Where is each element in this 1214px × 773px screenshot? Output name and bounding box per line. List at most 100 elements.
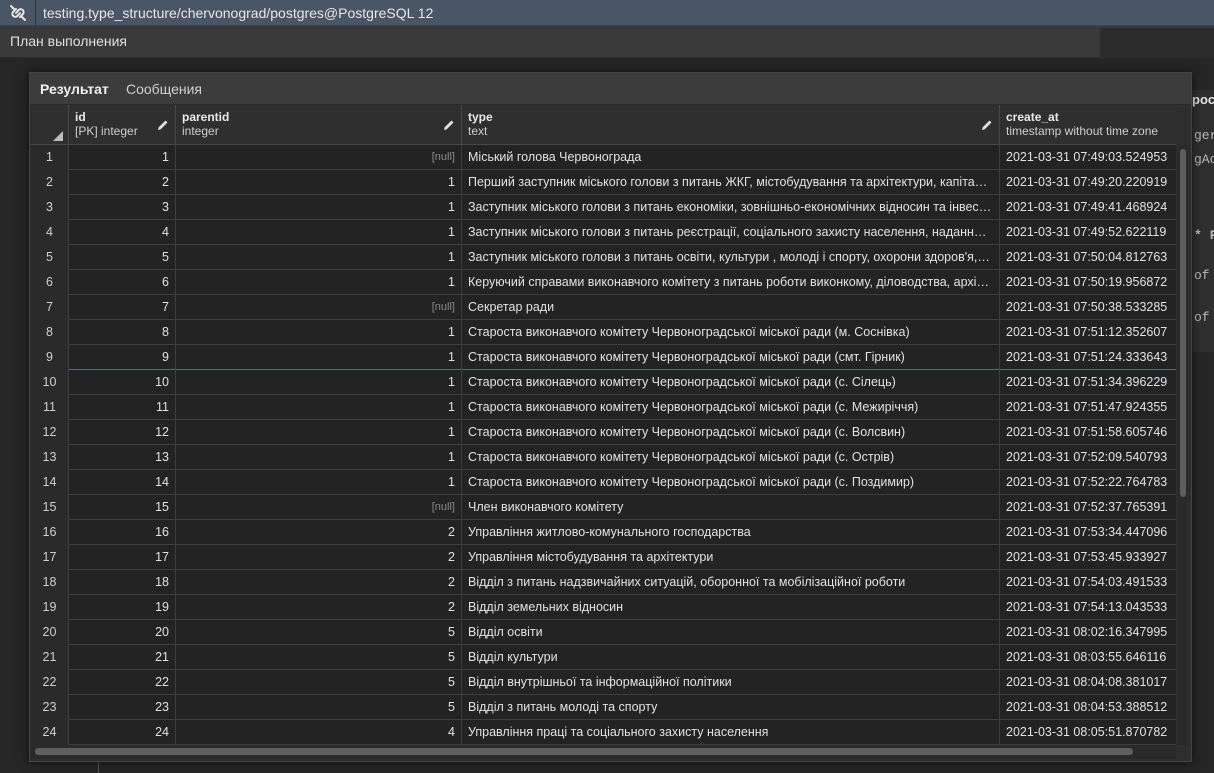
- cell-create-at[interactable]: 2021-03-31 07:49:20.220919: [1000, 170, 1176, 195]
- cell-parentid[interactable]: 1: [176, 370, 462, 395]
- cell-id[interactable]: 5: [69, 245, 176, 270]
- cell-id[interactable]: 9: [69, 345, 176, 370]
- table-row[interactable]: 6 6 1 Керуючий справами виконавчого комітет…: [31, 270, 1176, 295]
- horizontal-scrollbar[interactable]: [31, 745, 1176, 759]
- row-number[interactable]: 8: [31, 320, 69, 345]
- cell-parentid[interactable]: 1: [176, 170, 462, 195]
- cell-type[interactable]: Староста виконавчого комітету Червоногра…: [462, 445, 1000, 470]
- row-number[interactable]: 15: [31, 495, 69, 520]
- cell-type[interactable]: Член виконавчого комітету: [462, 495, 1000, 520]
- cell-parentid[interactable]: 1: [176, 220, 462, 245]
- table-row[interactable]: 20 20 5 Відділ освіти 2021-03-31 08:02:16.34…: [31, 620, 1176, 645]
- cell-type[interactable]: Управління містобудування та архітектури: [462, 545, 1000, 570]
- row-number[interactable]: 12: [31, 420, 69, 445]
- cell-type[interactable]: Відділ культури: [462, 645, 1000, 670]
- cell-create-at[interactable]: 2021-03-31 07:49:52.622119: [1000, 220, 1176, 245]
- cell-parentid[interactable]: 2: [176, 570, 462, 595]
- cell-parentid[interactable]: 2: [176, 595, 462, 620]
- cell-create-at[interactable]: 2021-03-31 07:53:34.447096: [1000, 520, 1176, 545]
- cell-type[interactable]: Староста виконавчого комітету Червоногра…: [462, 345, 1000, 370]
- tab-messages[interactable]: Сообщения: [126, 81, 202, 97]
- cell-create-at[interactable]: 2021-03-31 07:52:09.540793: [1000, 445, 1176, 470]
- row-number[interactable]: 2: [31, 170, 69, 195]
- cell-create-at[interactable]: 2021-03-31 07:51:47.924355: [1000, 395, 1176, 420]
- cell-type[interactable]: Староста виконавчого комітету Червоногра…: [462, 370, 1000, 395]
- cell-parentid[interactable]: 1: [176, 345, 462, 370]
- table-row[interactable]: 13 13 1 Староста виконавчого комітету Черво…: [31, 445, 1176, 470]
- cell-type[interactable]: Відділ освіти: [462, 620, 1000, 645]
- row-number[interactable]: 14: [31, 470, 69, 495]
- cell-type[interactable]: Староста виконавчого комітету Червоногра…: [462, 420, 1000, 445]
- cell-id[interactable]: 23: [69, 695, 176, 720]
- cell-parentid[interactable]: 5: [176, 670, 462, 695]
- cell-type[interactable]: Староста виконавчого комітету Червоногра…: [462, 320, 1000, 345]
- cell-id[interactable]: 20: [69, 620, 176, 645]
- cell-create-at[interactable]: 2021-03-31 07:50:38.533285: [1000, 295, 1176, 320]
- cell-id[interactable]: 3: [69, 195, 176, 220]
- cell-parentid[interactable]: 1: [176, 270, 462, 295]
- edit-pencil-icon[interactable]: [442, 118, 456, 132]
- row-number[interactable]: 20: [31, 620, 69, 645]
- cell-id[interactable]: 4: [69, 220, 176, 245]
- cell-type[interactable]: Заступник міського голови з питань реєст…: [462, 220, 1000, 245]
- row-number[interactable]: 6: [31, 270, 69, 295]
- cell-type[interactable]: Перший заступник міського голови з питан…: [462, 170, 1000, 195]
- row-number[interactable]: 22: [31, 670, 69, 695]
- cell-parentid[interactable]: [null]: [176, 495, 462, 520]
- cell-parentid[interactable]: 1: [176, 245, 462, 270]
- cell-create-at[interactable]: 2021-03-31 07:51:24.333643: [1000, 345, 1176, 370]
- cell-parentid[interactable]: 5: [176, 620, 462, 645]
- table-row[interactable]: 11 11 1 Староста виконавчого комітету Черво…: [31, 395, 1176, 420]
- vertical-scroll-thumb[interactable]: [1180, 149, 1186, 497]
- cell-create-at[interactable]: 2021-03-31 08:02:16.347995: [1000, 620, 1176, 645]
- cell-parentid[interactable]: [null]: [176, 145, 462, 170]
- row-number[interactable]: 16: [31, 520, 69, 545]
- cell-type[interactable]: Секретар ради: [462, 295, 1000, 320]
- cell-id[interactable]: 11: [69, 395, 176, 420]
- cell-create-at[interactable]: 2021-03-31 08:04:53.388512: [1000, 695, 1176, 720]
- cell-type[interactable]: Відділ внутрішньої та інформаційної полі…: [462, 670, 1000, 695]
- table-row[interactable]: 3 3 1 Заступник міського голови з питань ек…: [31, 195, 1176, 220]
- cell-create-at[interactable]: 2021-03-31 08:04:08.381017: [1000, 670, 1176, 695]
- cell-create-at[interactable]: 2021-03-31 07:54:13.043533: [1000, 595, 1176, 620]
- table-row[interactable]: 15 15 [null] Член виконавчого комітету 2021-…: [31, 495, 1176, 520]
- tab-result[interactable]: Результат: [40, 81, 109, 97]
- cell-id[interactable]: 14: [69, 470, 176, 495]
- row-number[interactable]: 5: [31, 245, 69, 270]
- cell-parentid[interactable]: 1: [176, 395, 462, 420]
- column-header-create-at[interactable]: create_at timestamp without time zone: [1000, 105, 1176, 145]
- cell-id[interactable]: 8: [69, 320, 176, 345]
- horizontal-scroll-thumb[interactable]: [35, 748, 1133, 755]
- cell-parentid[interactable]: 1: [176, 420, 462, 445]
- cell-parentid[interactable]: [null]: [176, 295, 462, 320]
- cell-type[interactable]: Відділ земельних відносин: [462, 595, 1000, 620]
- cell-create-at[interactable]: 2021-03-31 08:05:51.870782: [1000, 720, 1176, 745]
- table-row[interactable]: 23 23 5 Відділ з питань молоді та спорту 202…: [31, 695, 1176, 720]
- table-row[interactable]: 2 2 1 Перший заступник міського голови з пи…: [31, 170, 1176, 195]
- cell-type[interactable]: Управління житлово-комунального господар…: [462, 520, 1000, 545]
- cell-id[interactable]: 17: [69, 545, 176, 570]
- row-number[interactable]: 3: [31, 195, 69, 220]
- cell-parentid[interactable]: 5: [176, 695, 462, 720]
- row-number[interactable]: 4: [31, 220, 69, 245]
- table-row[interactable]: 19 19 2 Відділ земельних відносин 2021-03-31…: [31, 595, 1176, 620]
- cell-type[interactable]: Староста виконавчого комітету Червоногра…: [462, 395, 1000, 420]
- cell-id[interactable]: 10: [69, 370, 176, 395]
- cell-id[interactable]: 7: [69, 295, 176, 320]
- cell-type[interactable]: Заступник міського голови з питань освіт…: [462, 245, 1000, 270]
- row-number[interactable]: 1: [31, 145, 69, 170]
- cell-id[interactable]: 19: [69, 595, 176, 620]
- row-number[interactable]: 10: [31, 370, 69, 395]
- cell-create-at[interactable]: 2021-03-31 07:49:41.468924: [1000, 195, 1176, 220]
- column-header-parentid[interactable]: parentid integer: [176, 105, 462, 145]
- cell-create-at[interactable]: 2021-03-31 07:51:34.396229: [1000, 370, 1176, 395]
- row-number[interactable]: 19: [31, 595, 69, 620]
- row-number[interactable]: 21: [31, 645, 69, 670]
- cell-type[interactable]: Староста виконавчого комітету Червоногра…: [462, 470, 1000, 495]
- column-header-type[interactable]: type text: [462, 105, 1000, 145]
- cell-parentid[interactable]: 1: [176, 445, 462, 470]
- cell-create-at[interactable]: 2021-03-31 07:52:22.764783: [1000, 470, 1176, 495]
- table-row[interactable]: 12 12 1 Староста виконавчого комітету Черво…: [31, 420, 1176, 445]
- cell-id[interactable]: 21: [69, 645, 176, 670]
- cell-create-at[interactable]: 2021-03-31 07:49:03.524953: [1000, 145, 1176, 170]
